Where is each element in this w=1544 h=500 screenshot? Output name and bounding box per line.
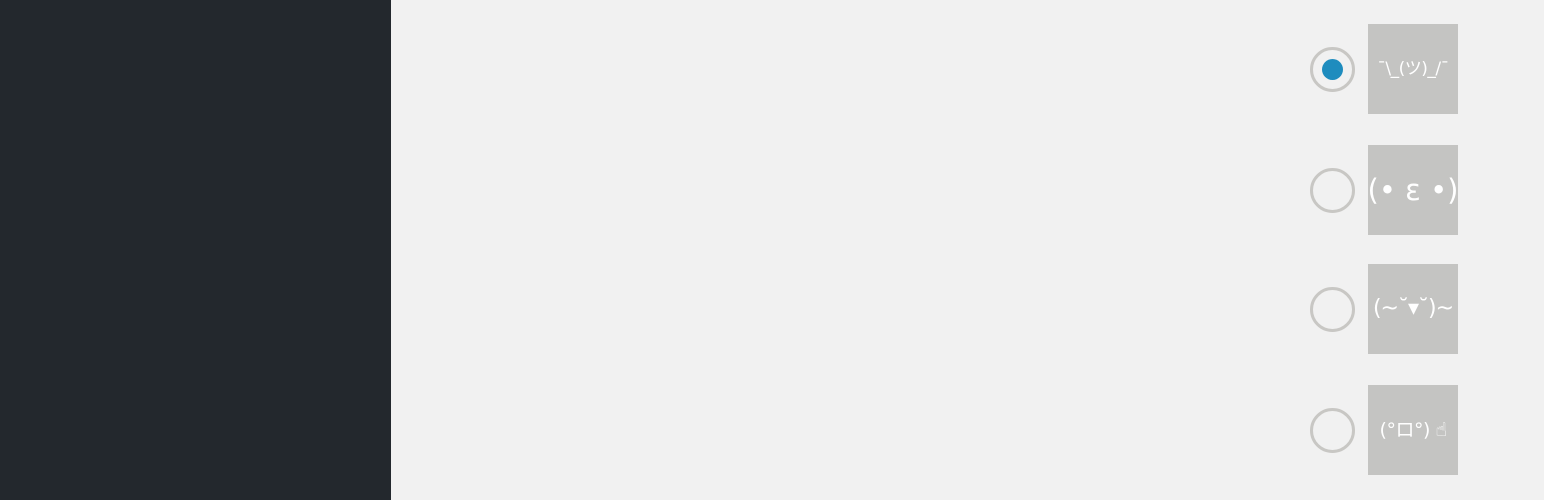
emoticon-tile-dance[interactable]: (~˘▾˘)~: [1368, 264, 1458, 354]
admin-sidebar: [0, 0, 391, 500]
emoticon-label: (°ロ°) ☝: [1379, 418, 1447, 441]
main-content: ¯\_(ツ)_/¯ (• ε •) (~˘▾˘)~ (°ロ°) ☝: [391, 0, 1544, 500]
emoticon-option[interactable]: (• ε •): [1310, 145, 1458, 235]
emoticon-option[interactable]: (°ロ°) ☝: [1310, 385, 1458, 475]
emoticon-tile-kiss[interactable]: (• ε •): [1368, 145, 1458, 235]
emoticon-option[interactable]: (~˘▾˘)~: [1310, 264, 1458, 354]
emoticon-radio-kiss[interactable]: [1310, 168, 1355, 213]
emoticon-tile-point[interactable]: (°ロ°) ☝: [1368, 385, 1458, 475]
emoticon-radio-point[interactable]: [1310, 408, 1355, 453]
emoticon-label: ¯\_(ツ)_/¯: [1377, 58, 1449, 79]
emoticon-tile-shrug[interactable]: ¯\_(ツ)_/¯: [1368, 24, 1458, 114]
radio-selected-dot: [1322, 59, 1343, 80]
emoticon-label: (• ε •): [1368, 172, 1458, 207]
emoticon-radio-shrug[interactable]: [1310, 47, 1355, 92]
emoticon-radio-dance[interactable]: [1310, 287, 1355, 332]
emoticon-option[interactable]: ¯\_(ツ)_/¯: [1310, 24, 1458, 114]
emoticon-label: (~˘▾˘)~: [1372, 296, 1454, 321]
